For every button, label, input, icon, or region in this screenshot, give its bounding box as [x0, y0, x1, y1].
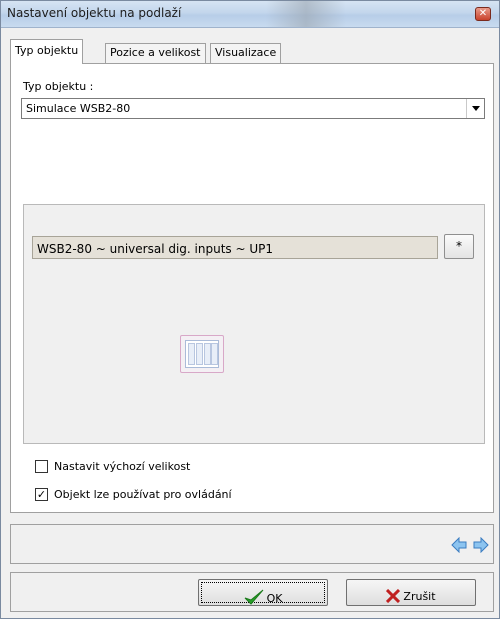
- button-panel: OK Zrušit: [10, 572, 494, 612]
- wsb-module-icon: [180, 335, 224, 373]
- cross-icon: [386, 589, 401, 603]
- object-type-label: Typ objektu :: [23, 80, 94, 93]
- tab-control: Typ objektu Pozice a velikost Visualizac…: [10, 39, 494, 513]
- window-title: Nastavení objektu na podlaží: [7, 6, 182, 20]
- default-size-label: Nastavit výchozí velikost: [54, 460, 191, 473]
- tab-pozice-a-velikost[interactable]: Pozice a velikost: [105, 43, 206, 63]
- object-type-value: Simulace WSB2-80: [26, 102, 131, 115]
- object-name-field: WSB2-80 ~ universal dig. inputs ~ UP1: [32, 236, 438, 259]
- cancel-button[interactable]: Zrušit: [346, 579, 476, 606]
- close-icon: ✕: [478, 8, 488, 19]
- close-button[interactable]: ✕: [475, 7, 491, 21]
- arrow-right-icon[interactable]: [473, 537, 489, 553]
- navigation-panel: [10, 524, 494, 564]
- checkmark-icon: [244, 589, 263, 605]
- title-bar-shading: [266, 1, 346, 27]
- tab-typ-objektu[interactable]: Typ objektu: [10, 39, 84, 64]
- cancel-label: Zrušit: [403, 590, 436, 603]
- default-size-checkbox[interactable]: [35, 460, 48, 473]
- tab-panel-typ-objektu: Typ objektu : Simulace WSB2-80 WSB2-80 ~…: [10, 63, 494, 513]
- ok-button[interactable]: OK: [198, 579, 328, 606]
- ok-label: OK: [266, 592, 283, 605]
- edit-object-button[interactable]: *: [444, 234, 474, 259]
- dropdown-button[interactable]: [466, 99, 484, 118]
- control-enabled-checkbox[interactable]: ✓: [35, 488, 48, 501]
- dialog-window: Nastavení objektu na podlaží ✕ Typ objek…: [0, 0, 500, 619]
- tab-visualizace[interactable]: Visualizace: [210, 43, 282, 63]
- title-bar[interactable]: Nastavení objektu na podlaží ✕: [1, 1, 499, 28]
- chevron-down-icon: [472, 106, 480, 111]
- control-enabled-label: Objekt lze používat pro ovládání: [54, 488, 232, 501]
- object-type-select[interactable]: Simulace WSB2-80: [21, 98, 485, 119]
- arrow-left-icon[interactable]: [451, 537, 467, 553]
- object-preview-group: WSB2-80 ~ universal dig. inputs ~ UP1 *: [23, 204, 485, 444]
